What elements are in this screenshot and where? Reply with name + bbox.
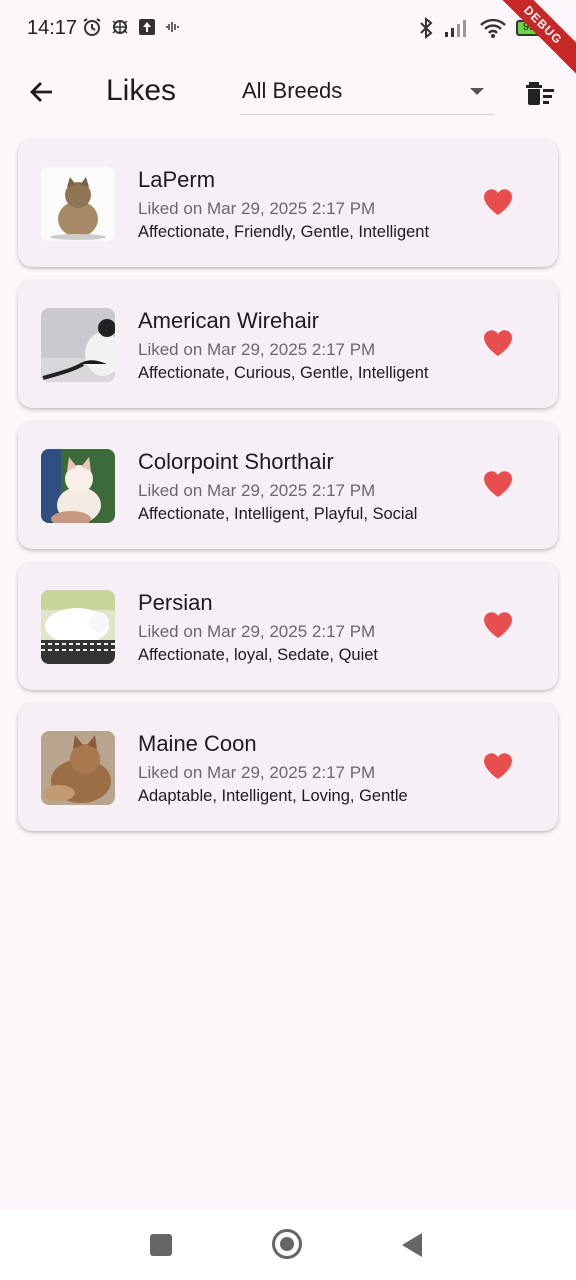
heart-icon: [484, 753, 512, 779]
system-nav-bar: [0, 1210, 576, 1280]
heart-icon: [484, 612, 512, 638]
dropdown-arrow-icon: [470, 88, 484, 95]
back-button[interactable]: [22, 72, 62, 112]
alarm-icon: [83, 18, 101, 36]
temperament-text: Adaptable, Intelligent, Loving, Gentle: [138, 787, 408, 805]
home-button[interactable]: [272, 1229, 302, 1259]
heart-icon: [484, 189, 512, 215]
cat-photo: [41, 449, 115, 523]
home-circle-icon: [280, 1237, 294, 1251]
unlike-button[interactable]: [482, 610, 518, 642]
like-card[interactable]: LaPerm Liked on Mar 29, 2025 2:17 PM Aff…: [18, 139, 558, 267]
temperament-text: Affectionate, Intelligent, Playful, Soci…: [138, 505, 418, 523]
status-bar: 14:17 95 DEBUG: [0, 0, 576, 79]
cat-name: American Wirehair: [138, 308, 319, 333]
like-card[interactable]: Colorpoint Shorthair Liked on Mar 29, 20…: [18, 421, 558, 549]
unlike-button[interactable]: [482, 187, 518, 219]
wifi-icon: [480, 18, 506, 38]
temperament-text: Affectionate, loyal, Sedate, Quiet: [138, 646, 379, 664]
cat-name: LaPerm: [138, 167, 216, 192]
unlike-button[interactable]: [482, 328, 518, 360]
status-time: 14:17: [27, 17, 78, 39]
debug-bug-icon: [112, 20, 128, 34]
like-card[interactable]: Maine Coon Liked on Mar 29, 2025 2:17 PM…: [18, 703, 558, 831]
cat-photo: [41, 167, 115, 241]
unlike-button[interactable]: [482, 751, 518, 783]
liked-date: Liked on Mar 29, 2025 2:17 PM: [138, 622, 376, 641]
liked-date: Liked on Mar 29, 2025 2:17 PM: [138, 340, 376, 359]
cat-name: Maine Coon: [138, 731, 257, 756]
delete-sweep-icon: [526, 82, 554, 105]
heart-icon: [484, 330, 512, 356]
like-card[interactable]: American Wirehair Liked on Mar 29, 2025 …: [18, 280, 558, 408]
app-bar: Likes All Breeds: [0, 58, 576, 128]
liked-date: Liked on Mar 29, 2025 2:17 PM: [138, 199, 376, 218]
page-title: Likes: [106, 74, 177, 107]
system-back-button[interactable]: [402, 1233, 422, 1257]
temperament-text: Affectionate, Curious, Gentle, Intellige…: [138, 364, 429, 382]
unlike-button[interactable]: [482, 469, 518, 501]
likes-list: LaPerm Liked on Mar 29, 2025 2:17 PM Aff…: [18, 139, 558, 844]
status-left-icons: [82, 17, 182, 37]
cat-photo: [41, 590, 115, 664]
heart-icon: [484, 471, 512, 497]
bluetooth-icon: [420, 17, 433, 39]
cat-name: Persian: [138, 590, 213, 615]
recents-button[interactable]: [150, 1234, 172, 1256]
breed-filter-dropdown[interactable]: All Breeds: [240, 70, 494, 115]
cat-photo: [41, 731, 115, 805]
like-card[interactable]: Persian Liked on Mar 29, 2025 2:17 PM Af…: [18, 562, 558, 690]
arrow-left-icon: [30, 82, 52, 102]
voicemail-icon: [166, 22, 179, 32]
cat-photo: [41, 308, 115, 382]
breed-filter-value: All Breeds: [242, 78, 343, 103]
upload-icon: [139, 19, 155, 35]
liked-date: Liked on Mar 29, 2025 2:17 PM: [138, 481, 376, 500]
cat-name: Colorpoint Shorthair: [138, 449, 334, 474]
delete-all-button[interactable]: [520, 72, 562, 114]
temperament-text: Affectionate, Friendly, Gentle, Intellig…: [138, 223, 430, 241]
liked-date: Liked on Mar 29, 2025 2:17 PM: [138, 763, 376, 782]
signal-icon: [445, 20, 466, 37]
